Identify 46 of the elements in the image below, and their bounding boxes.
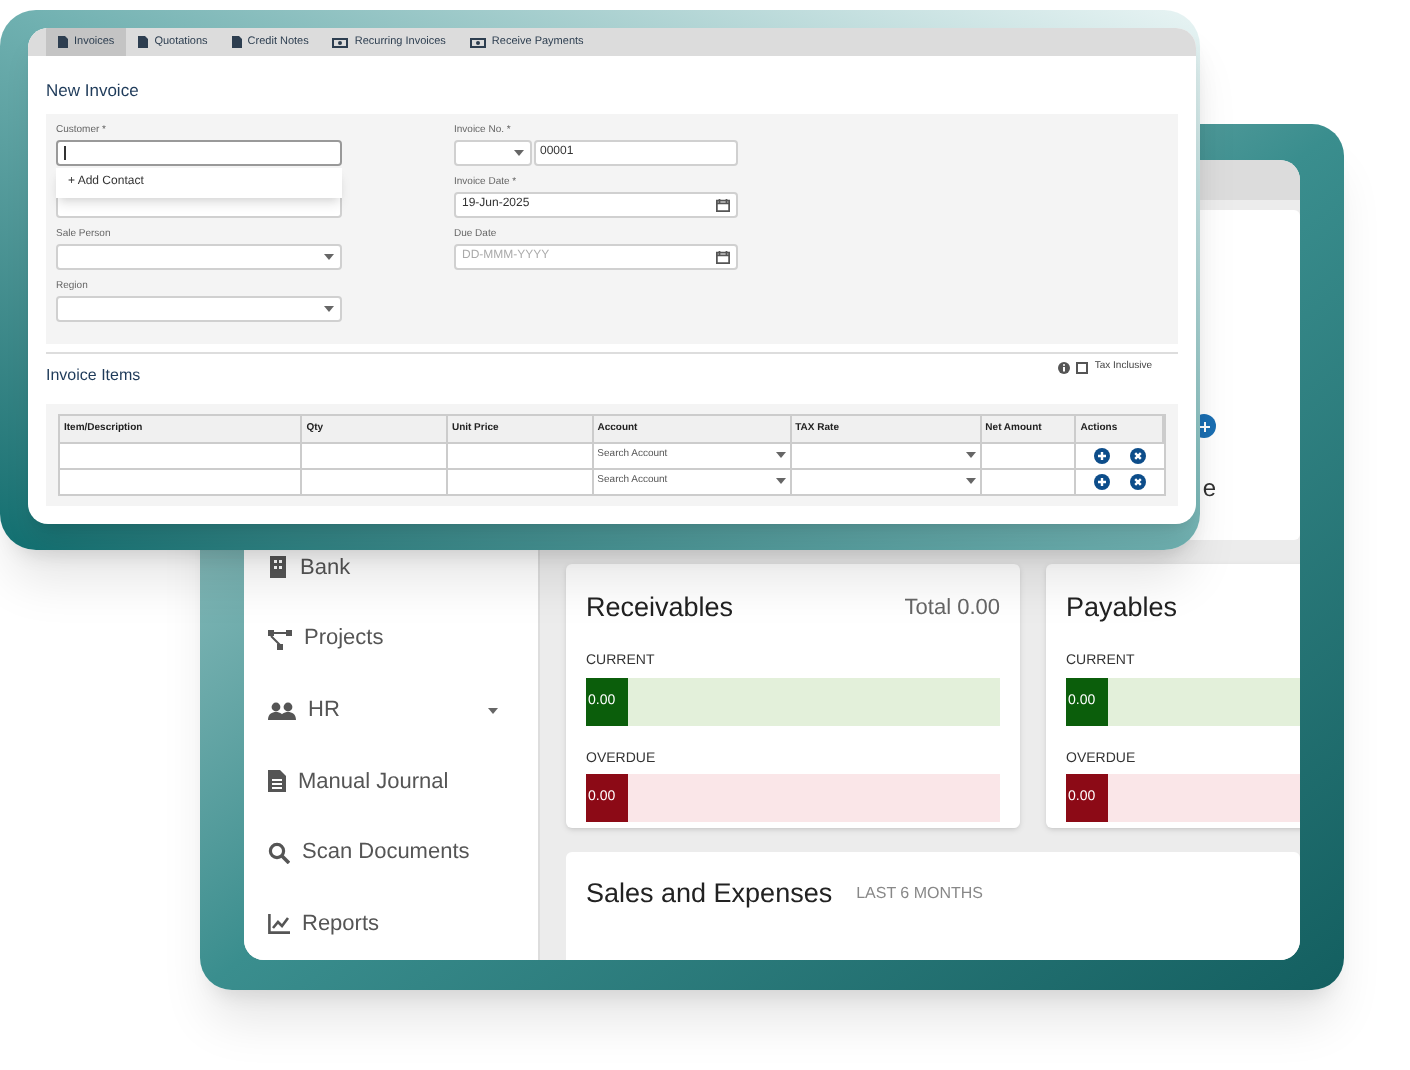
text-cursor	[64, 145, 66, 160]
card-title: Receivables	[586, 590, 734, 626]
document-icon	[231, 36, 242, 48]
calendar-icon	[716, 249, 730, 264]
line-chart-icon	[268, 914, 290, 935]
input-field[interactable]	[56, 139, 342, 166]
caret-icon	[965, 478, 976, 485]
caret-icon	[514, 149, 524, 156]
caret-icon	[775, 478, 786, 485]
sidebar-item[interactable]: Manual Journal	[268, 746, 498, 818]
checkbox[interactable]	[1076, 361, 1089, 373]
caret-icon	[324, 253, 334, 260]
sidebar-item[interactable]: Reports	[268, 888, 498, 960]
calendar-icon	[716, 197, 730, 212]
sidebar-item[interactable]: HR	[268, 674, 498, 747]
caret-icon	[965, 452, 976, 459]
sidebar-item[interactable]: Scan Documents	[268, 817, 498, 889]
section-title: Invoice Items	[46, 363, 141, 388]
card-title: Sales and Expenses	[586, 876, 833, 912]
page-title: New Invoice	[46, 78, 141, 104]
document-icon	[268, 770, 286, 793]
search-icon	[268, 842, 290, 865]
cash-icon	[332, 37, 349, 47]
add-row-icon[interactable]	[1094, 473, 1111, 490]
select-field[interactable]	[454, 139, 532, 166]
sidebar-item[interactable]: Projects	[268, 603, 498, 675]
sitemap-icon	[268, 629, 292, 649]
card-total: Total 0.00	[904, 593, 1000, 624]
heading-text: e	[1202, 472, 1216, 506]
card-title: Payables	[1066, 590, 1178, 626]
info-icon	[1058, 361, 1071, 373]
remove-row-icon[interactable]	[1130, 473, 1147, 490]
cash-icon	[469, 37, 486, 47]
building-icon	[268, 556, 288, 579]
select-field[interactable]	[56, 243, 342, 270]
document-icon	[138, 36, 149, 48]
document-icon	[58, 36, 68, 48]
caret-icon	[324, 305, 334, 312]
caret-icon	[488, 707, 498, 714]
card-subtitle: LAST 6 MONTHS	[856, 882, 984, 906]
users-icon	[268, 701, 296, 720]
select-field[interactable]	[56, 295, 342, 322]
caret-icon	[775, 452, 786, 459]
plus-icon	[1199, 421, 1209, 431]
remove-row-icon[interactable]	[1130, 447, 1147, 464]
add-row-icon[interactable]	[1094, 447, 1111, 464]
